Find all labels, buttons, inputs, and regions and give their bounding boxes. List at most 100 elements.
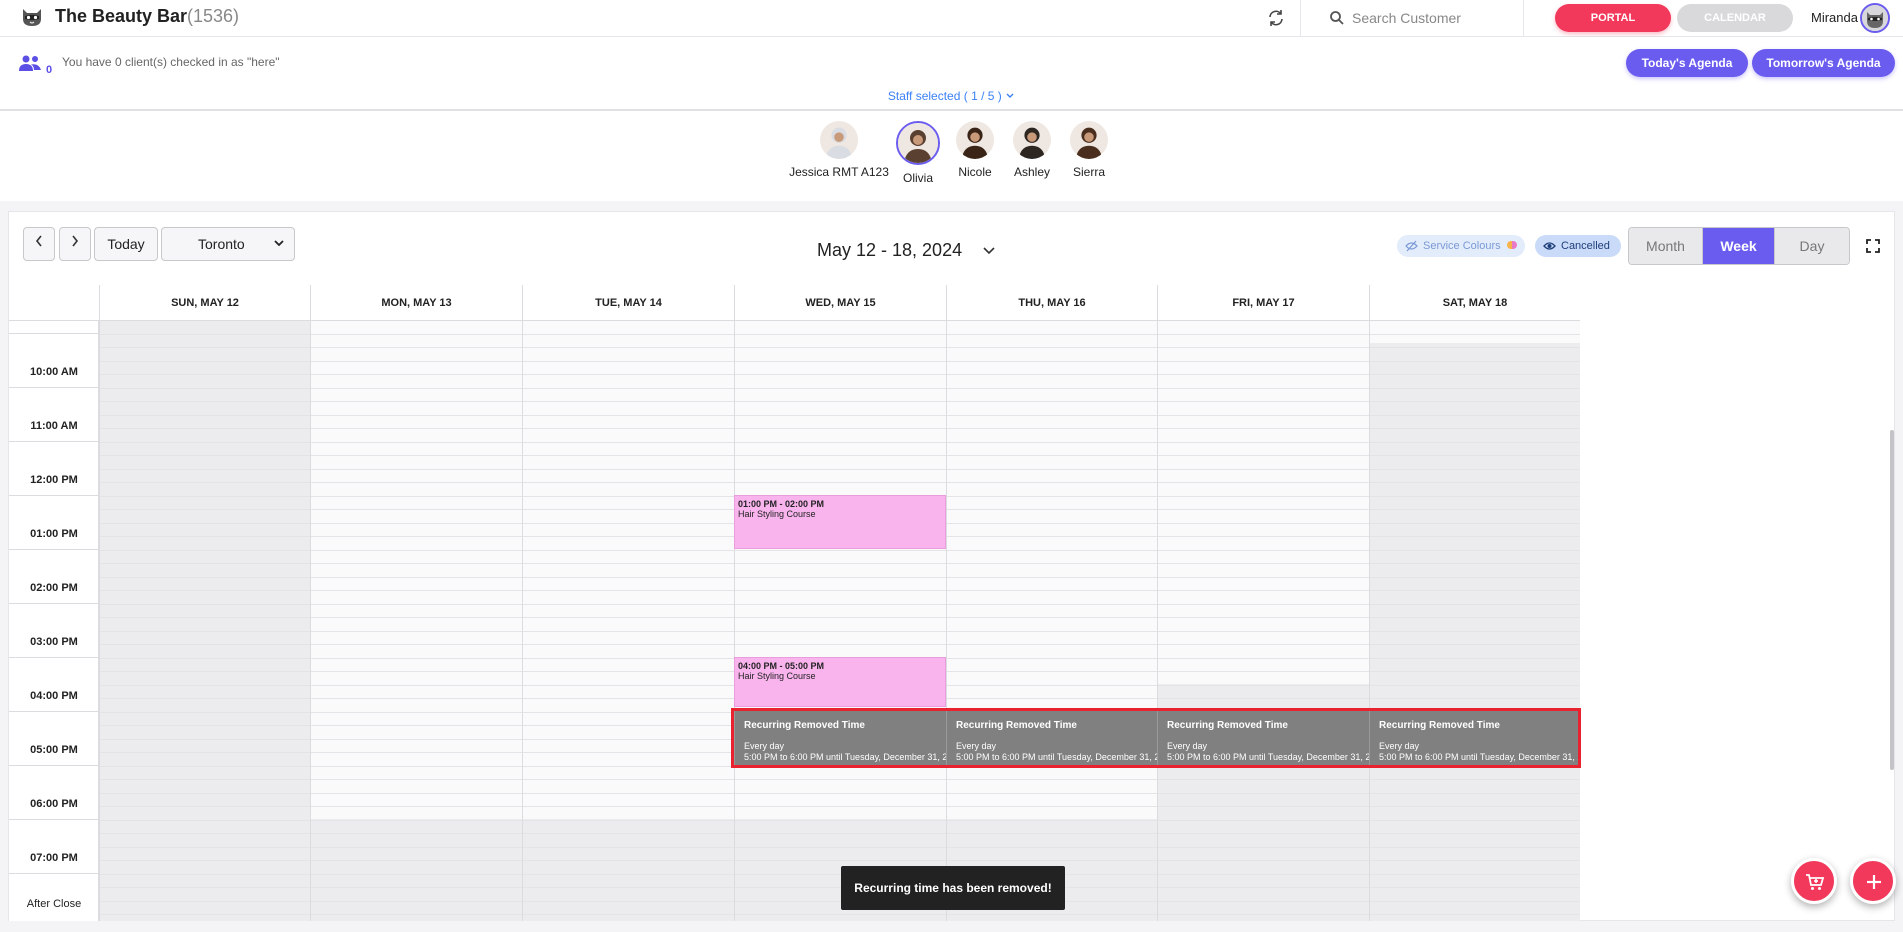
time-slot[interactable] [1158,402,1369,416]
time-slot[interactable] [1158,564,1369,578]
time-slot[interactable] [947,807,1157,821]
time-slot[interactable] [947,362,1157,375]
day-column[interactable] [310,321,522,921]
time-slot[interactable] [311,645,522,659]
time-slot[interactable] [947,524,1157,537]
time-slot[interactable] [1158,497,1369,510]
time-slot[interactable] [947,348,1157,362]
time-slot[interactable] [1158,875,1369,888]
time-slot[interactable] [1370,875,1580,888]
time-slot[interactable] [523,618,734,632]
time-slot[interactable] [947,848,1157,861]
time-slot[interactable] [523,605,734,618]
time-slot[interactable] [735,551,946,564]
time-slot[interactable] [1370,848,1580,861]
time-slot[interactable] [1370,537,1580,551]
time-slot[interactable] [735,375,946,389]
time-slot[interactable] [523,902,734,915]
time-slot[interactable] [311,807,522,821]
time-slot[interactable] [311,429,522,443]
time-slot[interactable] [311,726,522,740]
time-slot[interactable] [523,551,734,564]
time-slot[interactable] [100,807,310,821]
recurring-removed-time-block[interactable]: Recurring Removed Time Every day 5:00 PM t… [946,711,1157,765]
recurring-removed-time-block[interactable]: Recurring Removed Time Every day 5:00 PM t… [734,711,946,765]
time-slot[interactable] [523,915,734,921]
time-slot[interactable] [947,335,1157,348]
time-slot[interactable] [735,443,946,456]
time-slot[interactable] [311,780,522,794]
time-slot[interactable] [1158,348,1369,362]
time-slot[interactable] [100,659,310,672]
chevron-down-icon[interactable] [981,242,997,258]
time-slot[interactable] [947,821,1157,834]
time-slot[interactable] [947,483,1157,497]
time-slot[interactable] [947,402,1157,416]
day-column[interactable] [99,321,310,921]
time-slot[interactable] [311,497,522,510]
time-slot[interactable] [311,672,522,686]
time-slot[interactable] [523,780,734,794]
time-slot[interactable] [735,780,946,794]
time-slot[interactable] [1370,807,1580,821]
time-slot[interactable] [311,699,522,713]
time-slot[interactable] [523,362,734,375]
time-slot[interactable] [1370,645,1580,659]
time-slot[interactable] [735,605,946,618]
time-slot[interactable] [100,443,310,456]
time-slot[interactable] [1158,551,1369,564]
time-slot[interactable] [523,402,734,416]
time-slot[interactable] [1158,591,1369,605]
time-slot[interactable] [1158,902,1369,915]
time-slot[interactable] [947,497,1157,510]
time-slot[interactable] [100,537,310,551]
scrollbar[interactable] [1890,430,1894,770]
day-header[interactable]: SAT, MAY 18 [1369,285,1580,321]
time-slot[interactable] [1370,402,1580,416]
time-slot[interactable] [311,888,522,902]
day-column[interactable] [1157,321,1369,921]
time-slot[interactable] [100,416,310,429]
time-slot[interactable] [947,686,1157,699]
time-slot[interactable] [735,362,946,375]
time-slot[interactable] [1158,807,1369,821]
time-slot[interactable] [1158,848,1369,861]
time-slot[interactable] [311,834,522,848]
time-slot[interactable] [100,672,310,686]
time-slot[interactable] [1370,429,1580,443]
time-slot[interactable] [311,740,522,753]
time-slot[interactable] [311,848,522,861]
time-slot[interactable] [947,780,1157,794]
time-slot[interactable] [735,794,946,807]
time-slot[interactable] [735,591,946,605]
time-slot[interactable] [735,456,946,470]
time-slot[interactable] [311,564,522,578]
time-slot[interactable] [1158,632,1369,645]
time-slot[interactable] [100,510,310,524]
time-slot[interactable] [100,524,310,537]
time-slot[interactable] [100,767,310,780]
time-slot[interactable] [947,915,1157,921]
time-slot[interactable] [100,335,310,348]
time-slot[interactable] [311,416,522,429]
appointment-event[interactable]: 04:00 PM - 05:00 PM Hair Styling Course [734,657,946,707]
time-slot[interactable] [1158,470,1369,483]
time-slot[interactable] [1370,794,1580,807]
day-column[interactable] [1369,321,1580,921]
time-slot[interactable] [523,470,734,483]
fullscreen-icon[interactable] [1865,238,1881,254]
time-slot[interactable] [311,321,522,335]
time-slot[interactable] [311,618,522,632]
staff-selected-dropdown[interactable]: Staff selected ( 1 / 5 ) [0,89,1903,103]
time-slot[interactable] [1158,605,1369,618]
time-slot[interactable] [735,821,946,834]
time-slot[interactable] [947,564,1157,578]
time-slot[interactable] [1158,618,1369,632]
time-slot[interactable] [1158,767,1369,780]
time-slot[interactable] [100,321,310,335]
time-slot[interactable] [311,794,522,807]
time-slot[interactable] [100,456,310,470]
time-slot[interactable] [100,497,310,510]
time-slot[interactable] [311,659,522,672]
time-slot[interactable] [100,753,310,767]
